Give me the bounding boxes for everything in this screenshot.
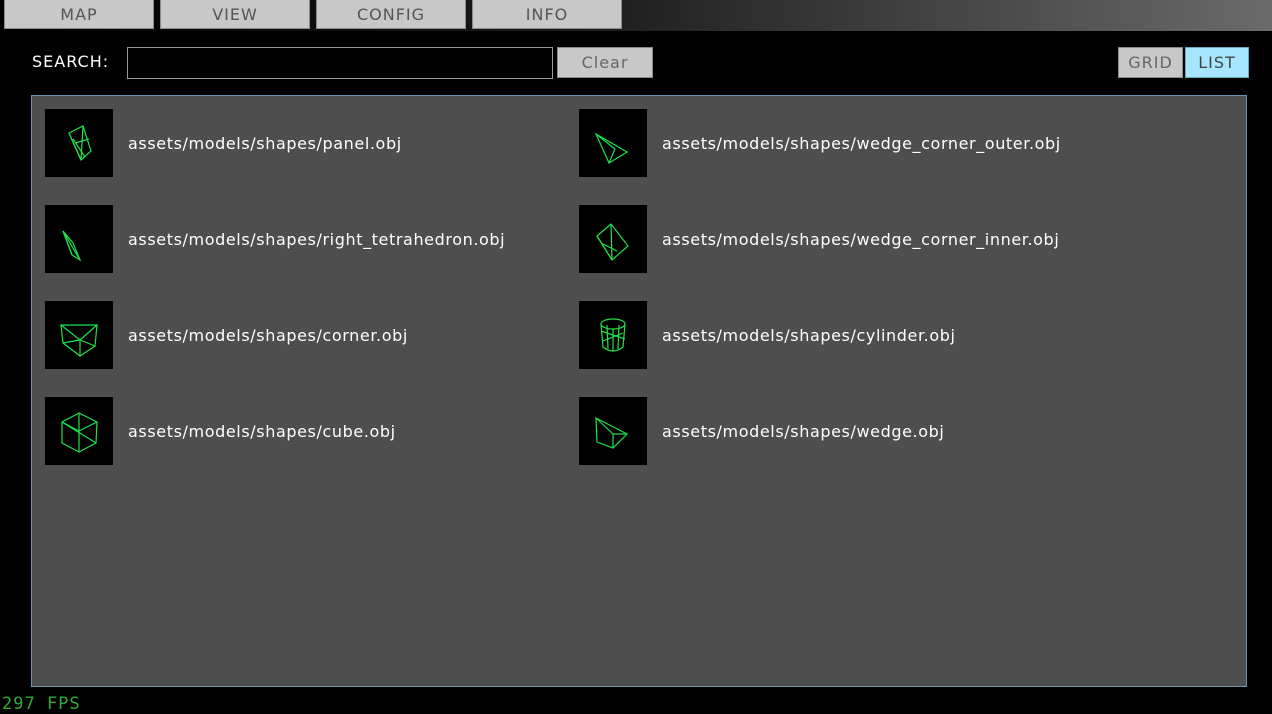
search-label: SEARCH: <box>32 52 110 71</box>
list-item[interactable]: assets/models/shapes/right_tetrahedron.o… <box>45 205 505 273</box>
list-item[interactable]: assets/models/shapes/cube.obj <box>45 397 396 465</box>
tab-info[interactable]: INFO <box>472 0 622 29</box>
wedge-corner-outer-wireframe-icon <box>579 109 647 177</box>
list-item[interactable]: assets/models/shapes/wedge_corner_inner.… <box>579 205 1059 273</box>
list-item[interactable]: assets/models/shapes/cylinder.obj <box>579 301 956 369</box>
item-path: assets/models/shapes/corner.obj <box>128 325 408 345</box>
panel-wireframe-icon <box>45 109 113 177</box>
list-item[interactable]: assets/models/shapes/panel.obj <box>45 109 402 177</box>
list-item[interactable]: assets/models/shapes/wedge_corner_outer.… <box>579 109 1061 177</box>
list-item[interactable]: assets/models/shapes/wedge.obj <box>579 397 944 465</box>
list-item[interactable]: assets/models/shapes/corner.obj <box>45 301 408 369</box>
item-path: assets/models/shapes/right_tetrahedron.o… <box>128 229 506 249</box>
cube-wireframe-icon <box>45 397 113 465</box>
cylinder-wireframe-icon <box>579 301 647 369</box>
tab-map[interactable]: MAP <box>4 0 154 29</box>
clear-button[interactable]: Clear <box>557 47 653 78</box>
item-path: assets/models/shapes/cube.obj <box>128 421 396 441</box>
tab-config[interactable]: CONFIG <box>316 0 466 29</box>
list-view-button[interactable]: LIST <box>1185 47 1249 78</box>
search-input[interactable] <box>127 47 553 79</box>
item-path: assets/models/shapes/wedge.obj <box>662 421 945 441</box>
wedge-wireframe-icon <box>579 397 647 465</box>
item-path: assets/models/shapes/wedge_corner_outer.… <box>662 133 1061 153</box>
item-path: assets/models/shapes/cylinder.obj <box>662 325 956 345</box>
wedge-corner-inner-wireframe-icon <box>579 205 647 273</box>
model-list: assets/models/shapes/panel.obj assets/mo… <box>31 95 1247 687</box>
top-menu-bar: MAP VIEW CONFIG INFO <box>0 0 1272 31</box>
grid-view-button[interactable]: GRID <box>1118 47 1183 78</box>
item-path: assets/models/shapes/wedge_corner_inner.… <box>662 229 1060 249</box>
fps-counter: 297 FPS <box>2 694 81 714</box>
tab-view[interactable]: VIEW <box>160 0 310 29</box>
corner-wireframe-icon <box>45 301 113 369</box>
item-path: assets/models/shapes/panel.obj <box>128 133 402 153</box>
right-tetrahedron-wireframe-icon <box>45 205 113 273</box>
